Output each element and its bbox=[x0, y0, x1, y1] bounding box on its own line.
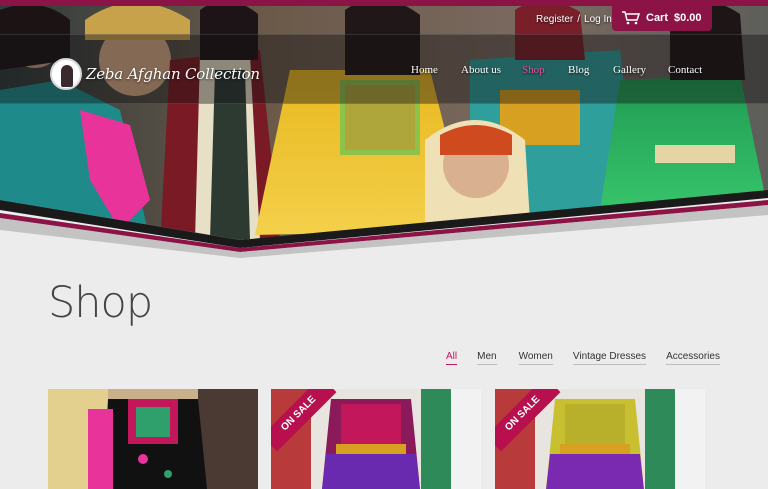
cart-label: Cart bbox=[646, 12, 669, 24]
filter-men[interactable]: Men bbox=[477, 351, 497, 365]
nav-contact[interactable]: Contact bbox=[668, 64, 718, 76]
cart-total: $0.00 bbox=[674, 12, 702, 24]
hero-banner: Zeba Afghan Collection Register / Log In… bbox=[0, 0, 768, 262]
page-title: Shop bbox=[48, 278, 153, 328]
account-separator: / bbox=[577, 14, 581, 25]
filter-accessories[interactable]: Accessories bbox=[666, 351, 720, 365]
account-links: Register / Log In bbox=[536, 14, 612, 25]
page: Zeba Afghan Collection Register / Log In… bbox=[0, 0, 768, 489]
category-filters: All Men Women Vintage Dresses Accessorie… bbox=[446, 351, 720, 365]
nav-home[interactable]: Home bbox=[411, 64, 461, 76]
filter-women[interactable]: Women bbox=[518, 351, 553, 365]
nav-about-us[interactable]: About us bbox=[461, 64, 522, 76]
nav-gallery[interactable]: Gallery bbox=[613, 64, 668, 76]
filter-all[interactable]: All bbox=[446, 351, 458, 365]
register-link[interactable]: Register bbox=[536, 14, 573, 25]
main-nav: Home About us Shop Blog Gallery Contact bbox=[411, 64, 718, 76]
nav-blog[interactable]: Blog bbox=[568, 64, 613, 76]
login-link[interactable]: Log In bbox=[584, 14, 612, 25]
nav-shop[interactable]: Shop bbox=[522, 64, 568, 76]
product-card[interactable]: ON SALE bbox=[495, 389, 705, 489]
filter-vintage-dresses[interactable]: Vintage Dresses bbox=[572, 351, 647, 365]
product-image bbox=[48, 389, 258, 489]
logo-mark-icon bbox=[50, 58, 82, 90]
cart-icon bbox=[622, 11, 640, 25]
product-card[interactable] bbox=[48, 389, 258, 489]
logo-text: Zeba Afghan Collection bbox=[86, 65, 260, 83]
product-card[interactable]: ON SALE bbox=[271, 389, 481, 489]
cart-button[interactable]: Cart $0.00 bbox=[612, 5, 712, 31]
site-logo[interactable]: Zeba Afghan Collection bbox=[50, 58, 260, 90]
